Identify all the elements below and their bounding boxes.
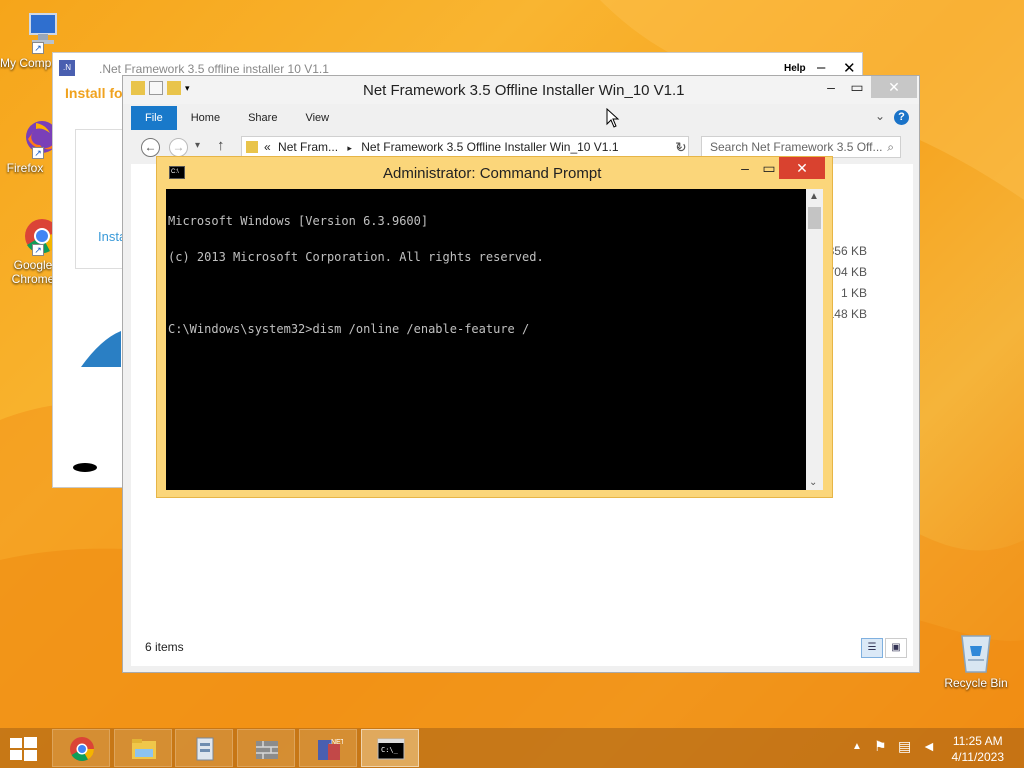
- installer-heading: Install fo: [65, 85, 123, 101]
- folder-icon: [246, 141, 258, 153]
- scroll-up-icon[interactable]: ▲: [809, 191, 819, 202]
- cmd-icon: C:\_: [377, 738, 405, 760]
- scroll-down-icon[interactable]: ⌄: [809, 477, 817, 488]
- minimize-button[interactable]: –: [817, 59, 825, 76]
- taskbar-item-net-installer[interactable]: .NET: [299, 729, 357, 767]
- status-item-count: 6 items: [145, 640, 184, 654]
- brick-wall-icon: [256, 741, 278, 759]
- chrome-icon: [70, 737, 94, 762]
- desktop-icon-label: Firefox: [6, 161, 44, 175]
- new-folder-icon[interactable]: [167, 81, 181, 95]
- taskbar-item-firewall-app[interactable]: [237, 729, 295, 767]
- volume-muted-icon[interactable]: ◄: [922, 738, 936, 768]
- console-line: Microsoft Windows [Version 6.3.9600]: [168, 214, 429, 228]
- close-button[interactable]: ✕: [871, 76, 917, 98]
- clock[interactable]: 11:25 AM 4/11/2023: [952, 733, 1005, 765]
- search-input[interactable]: Search Net Framework 3.5 Off... ⌕: [701, 136, 901, 158]
- computer-icon: ↗: [16, 10, 60, 54]
- taskbar-item-chrome[interactable]: [52, 729, 110, 767]
- taskbar: .NET C:\_ ▲ ⚑ ▤ ◄ 11:25 AM 4/11/2023: [0, 728, 1024, 768]
- close-button[interactable]: ✕: [779, 157, 825, 179]
- ribbon-tabs: File Home Share View ⌄ ?: [131, 106, 913, 130]
- forward-button[interactable]: →: [169, 138, 188, 157]
- tab-share[interactable]: Share: [234, 106, 291, 130]
- explorer-titlebar[interactable]: ▾ Net Framework 3.5 Offline Installer Wi…: [123, 76, 919, 104]
- up-button[interactable]: ↑: [217, 137, 225, 154]
- search-placeholder: Search Net Framework 3.5 Off...: [710, 140, 883, 154]
- back-button[interactable]: ←: [141, 138, 160, 157]
- scroll-thumb[interactable]: [808, 207, 821, 229]
- taskbar-item-installer-app[interactable]: [175, 729, 233, 767]
- explorer-title: Net Framework 3.5 Offline Installer Win_…: [363, 82, 685, 99]
- taskbar-item-file-explorer[interactable]: [114, 729, 172, 767]
- console-line: (c) 2013 Microsoft Corporation. All righ…: [168, 250, 544, 264]
- breadcrumb-parent[interactable]: Net Fram...: [278, 140, 338, 154]
- taskbar-item-command-prompt[interactable]: C:\_: [361, 729, 419, 767]
- tab-home[interactable]: Home: [177, 106, 234, 130]
- recycle-bin-icon: [954, 630, 998, 674]
- quick-access-toolbar: ▾: [131, 81, 195, 95]
- search-icon: ⌕: [887, 140, 894, 154]
- installer-dot: [73, 463, 97, 472]
- clock-time: 11:25 AM: [952, 734, 1003, 748]
- folder-icon[interactable]: [131, 81, 145, 95]
- desktop-icon-recycle-bin[interactable]: Recycle Bin: [936, 630, 1016, 690]
- refresh-icon[interactable]: ↻: [675, 139, 687, 156]
- net-framework-icon: .NET: [318, 739, 343, 760]
- network-icon[interactable]: ▤: [898, 738, 911, 768]
- breadcrumb-separator[interactable]: ▸: [347, 143, 352, 153]
- help-icon[interactable]: ?: [894, 110, 909, 125]
- action-center-icon[interactable]: ⚑: [874, 738, 887, 768]
- svg-text:C:\_: C:\_: [381, 746, 399, 754]
- address-bar[interactable]: « Net Fram... ▸ Net Framework 3.5 Offlin…: [241, 136, 689, 158]
- net-framework-icon: .N: [59, 60, 75, 76]
- recent-locations-icon[interactable]: ▾: [195, 140, 200, 151]
- expand-ribbon-icon[interactable]: ⌄: [875, 109, 885, 123]
- properties-icon[interactable]: [149, 81, 163, 95]
- start-button[interactable]: [8, 736, 38, 761]
- tab-view[interactable]: View: [291, 106, 343, 130]
- console-output[interactable]: Microsoft Windows [Version 6.3.9600] (c)…: [166, 189, 806, 490]
- installer-title: .Net Framework 3.5 offline installer 10 …: [99, 62, 329, 76]
- desktop-icon-label: Recycle Bin: [944, 676, 1008, 690]
- console-line: C:\Windows\system32>dism /online /enable…: [168, 322, 530, 336]
- clock-date: 4/11/2023: [951, 750, 1005, 764]
- svg-text:.NET: .NET: [329, 739, 343, 746]
- details-view-button[interactable]: ☰: [861, 638, 883, 658]
- show-hidden-icons-icon[interactable]: ▲: [852, 741, 862, 768]
- mouse-cursor-icon: [606, 108, 620, 128]
- console-scrollbar[interactable]: ▲ ⌄: [806, 189, 823, 490]
- installer-icon: [196, 737, 214, 761]
- large-icons-view-button[interactable]: ▣: [885, 638, 907, 658]
- tab-file[interactable]: File: [131, 106, 177, 130]
- breadcrumb-prefix[interactable]: «: [264, 140, 271, 154]
- cmd-titlebar[interactable]: C:\ Administrator: Command Prompt – ▭ ✕: [157, 157, 832, 189]
- breadcrumb-current[interactable]: Net Framework 3.5 Offline Installer Win_…: [361, 140, 618, 154]
- help-button[interactable]: Help: [784, 63, 806, 74]
- cmd-title: Administrator: Command Prompt: [383, 165, 602, 182]
- cmd-icon: C:\: [169, 166, 185, 179]
- customize-qat-icon[interactable]: ▾: [185, 81, 195, 95]
- command-prompt-window[interactable]: C:\ Administrator: Command Prompt – ▭ ✕ …: [156, 156, 833, 498]
- folder-icon: [132, 739, 156, 759]
